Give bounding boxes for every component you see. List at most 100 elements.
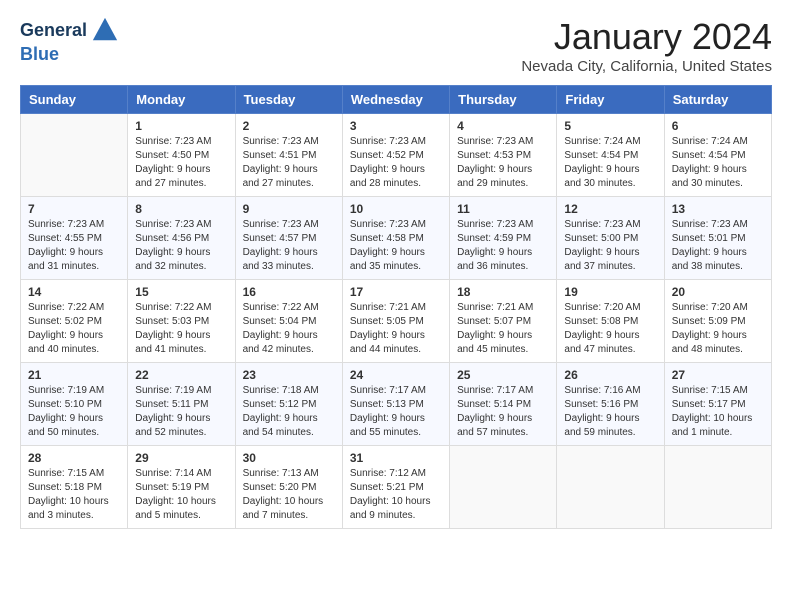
- day-number: 27: [672, 368, 764, 382]
- calendar-header-row: SundayMondayTuesdayWednesdayThursdayFrid…: [21, 86, 772, 114]
- day-number: 8: [135, 202, 227, 216]
- day-number: 30: [243, 451, 335, 465]
- calendar-week-5: 28Sunrise: 7:15 AM Sunset: 5:18 PM Dayli…: [21, 446, 772, 529]
- calendar-cell: 10Sunrise: 7:23 AM Sunset: 4:58 PM Dayli…: [342, 197, 449, 280]
- logo-general-text: General: [20, 20, 87, 41]
- calendar-cell: 18Sunrise: 7:21 AM Sunset: 5:07 PM Dayli…: [450, 280, 557, 363]
- calendar-week-1: 1 Sunrise: 7:23 AM Sunset: 4:50 PM Daylig…: [21, 114, 772, 197]
- day-info: Sunrise: 7:18 AM Sunset: 5:12 PM Dayligh…: [243, 384, 335, 440]
- day-number: 15: [135, 285, 227, 299]
- calendar-cell: 28Sunrise: 7:15 AM Sunset: 5:18 PM Dayli…: [21, 446, 128, 529]
- calendar-cell: 4 Sunrise: 7:23 AM Sunset: 4:53 PM Daylig…: [450, 114, 557, 197]
- day-number: 31: [350, 451, 442, 465]
- day-info: Sunrise: 7:21 AM Sunset: 5:07 PM Dayligh…: [457, 301, 549, 357]
- calendar-week-4: 21Sunrise: 7:19 AM Sunset: 5:10 PM Dayli…: [21, 363, 772, 446]
- day-number: 2: [243, 119, 335, 133]
- day-info: Sunrise: 7:24 AM Sunset: 4:54 PM Dayligh…: [564, 135, 656, 191]
- day-info: Sunrise: 7:17 AM Sunset: 5:14 PM Dayligh…: [457, 384, 549, 440]
- day-info: Sunrise: 7:15 AM Sunset: 5:17 PM Dayligh…: [672, 384, 764, 440]
- calendar-header-thursday: Thursday: [450, 86, 557, 114]
- calendar-cell: [557, 446, 664, 529]
- logo-icon: [91, 16, 119, 44]
- calendar-cell: 30 Sunrise: 7:13 AM Sunset: 5:20 PM Dayli…: [235, 446, 342, 529]
- day-number: 13: [672, 202, 764, 216]
- day-info: Sunrise: 7:23 AM Sunset: 4:57 PM Dayligh…: [243, 218, 335, 274]
- day-number: 25: [457, 368, 549, 382]
- calendar-cell: 9 Sunrise: 7:23 AM Sunset: 4:57 PM Daylig…: [235, 197, 342, 280]
- calendar-cell: 16 Sunrise: 7:22 AM Sunset: 5:04 PM Dayli…: [235, 280, 342, 363]
- title-area: January 2024 Nevada City, California, Un…: [521, 16, 772, 75]
- calendar-cell: 14 Sunrise: 7:22 AM Sunset: 5:02 PM Dayli…: [21, 280, 128, 363]
- day-number: 7: [28, 202, 120, 216]
- calendar-cell: 25 Sunrise: 7:17 AM Sunset: 5:14 PM Dayli…: [450, 363, 557, 446]
- day-number: 16: [243, 285, 335, 299]
- day-info: Sunrise: 7:17 AM Sunset: 5:13 PM Dayligh…: [350, 384, 442, 440]
- day-number: 26: [564, 368, 656, 382]
- calendar-cell: [21, 114, 128, 197]
- day-number: 29: [135, 451, 227, 465]
- day-info: Sunrise: 7:21 AM Sunset: 5:05 PM Dayligh…: [350, 301, 442, 357]
- calendar-cell: 31 Sunrise: 7:12 AM Sunset: 5:21 PM Dayli…: [342, 446, 449, 529]
- page-header: General Blue January 2024 Nevada City, C…: [20, 16, 772, 75]
- day-number: 1: [135, 119, 227, 133]
- calendar-cell: 22Sunrise: 7:19 AM Sunset: 5:11 PM Dayli…: [128, 363, 235, 446]
- day-info: Sunrise: 7:15 AM Sunset: 5:18 PM Dayligh…: [28, 467, 120, 523]
- day-info: Sunrise: 7:23 AM Sunset: 4:50 PM Dayligh…: [135, 135, 227, 191]
- calendar-cell: 23 Sunrise: 7:18 AM Sunset: 5:12 PM Dayli…: [235, 363, 342, 446]
- calendar-header-friday: Friday: [557, 86, 664, 114]
- day-number: 3: [350, 119, 442, 133]
- day-info: Sunrise: 7:19 AM Sunset: 5:10 PM Dayligh…: [28, 384, 120, 440]
- calendar-cell: 27 Sunrise: 7:15 AM Sunset: 5:17 PM Dayli…: [664, 363, 771, 446]
- day-number: 20: [672, 285, 764, 299]
- calendar-week-2: 7 Sunrise: 7:23 AM Sunset: 4:55 PM Daylig…: [21, 197, 772, 280]
- day-info: Sunrise: 7:22 AM Sunset: 5:04 PM Dayligh…: [243, 301, 335, 357]
- calendar-cell: 5 Sunrise: 7:24 AM Sunset: 4:54 PM Daylig…: [557, 114, 664, 197]
- calendar-cell: 19Sunrise: 7:20 AM Sunset: 5:08 PM Dayli…: [557, 280, 664, 363]
- calendar-week-3: 14 Sunrise: 7:22 AM Sunset: 5:02 PM Dayli…: [21, 280, 772, 363]
- day-info: Sunrise: 7:23 AM Sunset: 4:53 PM Dayligh…: [457, 135, 549, 191]
- day-number: 23: [243, 368, 335, 382]
- day-info: Sunrise: 7:23 AM Sunset: 4:55 PM Dayligh…: [28, 218, 120, 274]
- day-number: 9: [243, 202, 335, 216]
- day-info: Sunrise: 7:23 AM Sunset: 4:59 PM Dayligh…: [457, 218, 549, 274]
- day-info: Sunrise: 7:22 AM Sunset: 5:02 PM Dayligh…: [28, 301, 120, 357]
- day-number: 19: [564, 285, 656, 299]
- calendar-cell: 15 Sunrise: 7:22 AM Sunset: 5:03 PM Dayli…: [128, 280, 235, 363]
- calendar-cell: 6 Sunrise: 7:24 AM Sunset: 4:54 PM Daylig…: [664, 114, 771, 197]
- day-number: 12: [564, 202, 656, 216]
- day-info: Sunrise: 7:23 AM Sunset: 4:52 PM Dayligh…: [350, 135, 442, 191]
- calendar-header-monday: Monday: [128, 86, 235, 114]
- location-title: Nevada City, California, United States: [521, 58, 772, 75]
- calendar-cell: 2Sunrise: 7:23 AM Sunset: 4:51 PM Daylig…: [235, 114, 342, 197]
- calendar-cell: 12 Sunrise: 7:23 AM Sunset: 5:00 PM Dayli…: [557, 197, 664, 280]
- calendar-cell: 24 Sunrise: 7:17 AM Sunset: 5:13 PM Dayli…: [342, 363, 449, 446]
- day-number: 4: [457, 119, 549, 133]
- day-number: 14: [28, 285, 120, 299]
- calendar-cell: 1 Sunrise: 7:23 AM Sunset: 4:50 PM Daylig…: [128, 114, 235, 197]
- calendar-cell: 20 Sunrise: 7:20 AM Sunset: 5:09 PM Dayli…: [664, 280, 771, 363]
- calendar-cell: 3 Sunrise: 7:23 AM Sunset: 4:52 PM Daylig…: [342, 114, 449, 197]
- calendar-cell: [450, 446, 557, 529]
- day-number: 11: [457, 202, 549, 216]
- month-title: January 2024: [521, 16, 772, 58]
- day-info: Sunrise: 7:12 AM Sunset: 5:21 PM Dayligh…: [350, 467, 442, 523]
- day-info: Sunrise: 7:23 AM Sunset: 4:58 PM Dayligh…: [350, 218, 442, 274]
- calendar-header-sunday: Sunday: [21, 86, 128, 114]
- day-info: Sunrise: 7:16 AM Sunset: 5:16 PM Dayligh…: [564, 384, 656, 440]
- calendar-cell: 26 Sunrise: 7:16 AM Sunset: 5:16 PM Dayli…: [557, 363, 664, 446]
- day-info: Sunrise: 7:13 AM Sunset: 5:20 PM Dayligh…: [243, 467, 335, 523]
- logo: General Blue: [20, 16, 119, 65]
- day-number: 24: [350, 368, 442, 382]
- day-info: Sunrise: 7:20 AM Sunset: 5:09 PM Dayligh…: [672, 301, 764, 357]
- day-number: 5: [564, 119, 656, 133]
- day-info: Sunrise: 7:24 AM Sunset: 4:54 PM Dayligh…: [672, 135, 764, 191]
- day-info: Sunrise: 7:23 AM Sunset: 5:00 PM Dayligh…: [564, 218, 656, 274]
- calendar-header-wednesday: Wednesday: [342, 86, 449, 114]
- day-number: 22: [135, 368, 227, 382]
- day-info: Sunrise: 7:23 AM Sunset: 5:01 PM Dayligh…: [672, 218, 764, 274]
- day-info: Sunrise: 7:22 AM Sunset: 5:03 PM Dayligh…: [135, 301, 227, 357]
- day-number: 6: [672, 119, 764, 133]
- day-info: Sunrise: 7:14 AM Sunset: 5:19 PM Dayligh…: [135, 467, 227, 523]
- calendar-table: SundayMondayTuesdayWednesdayThursdayFrid…: [20, 85, 772, 529]
- calendar-header-saturday: Saturday: [664, 86, 771, 114]
